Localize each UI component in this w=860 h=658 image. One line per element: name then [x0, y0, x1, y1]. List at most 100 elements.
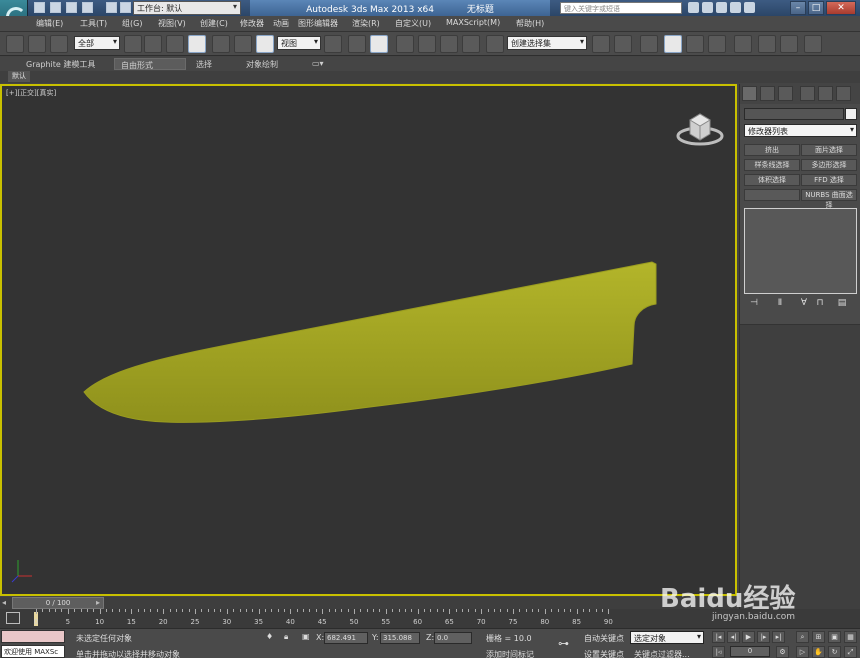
edit-named-selection-icon[interactable]: [486, 35, 504, 53]
minimize-button[interactable]: –: [790, 1, 806, 15]
time-slider-next-icon[interactable]: ▸: [96, 598, 106, 608]
keyboard-shortcut-override-icon[interactable]: [370, 35, 388, 53]
close-button[interactable]: ✕: [826, 1, 856, 15]
key-selection-dropdown[interactable]: 选定对象: [630, 631, 704, 644]
pan-view-icon[interactable]: ✋: [812, 646, 825, 658]
show-end-result-icon[interactable]: Ⅱ: [774, 298, 786, 310]
maxscript-listener-field[interactable]: [1, 630, 65, 643]
modifier-list-dropdown[interactable]: 修改器列表: [744, 124, 857, 137]
select-rotate-icon[interactable]: [234, 35, 252, 53]
project-folder-icon[interactable]: [120, 2, 131, 13]
unlink-icon[interactable]: [28, 35, 46, 53]
snaps-toggle-icon[interactable]: [396, 35, 414, 53]
z-coord-field[interactable]: 0.0: [434, 632, 472, 644]
time-slider-prev-icon[interactable]: ◂: [2, 598, 12, 608]
modifier-stack[interactable]: [744, 208, 857, 294]
communication-icon[interactable]: [716, 2, 727, 13]
pivot-center-icon[interactable]: [324, 35, 342, 53]
menu-graph-editors[interactable]: 图形编辑器: [298, 18, 338, 29]
current-frame-field[interactable]: 0: [730, 646, 770, 657]
help-search-input[interactable]: 键入关键字或短语: [560, 2, 682, 14]
tab-object-paint[interactable]: 对象绘制: [240, 58, 284, 70]
x-coord-field[interactable]: 682.491: [324, 632, 368, 644]
maximize-viewport-icon[interactable]: ⤢: [844, 646, 857, 658]
modify-tab-icon[interactable]: [760, 86, 775, 101]
select-by-name-icon[interactable]: [144, 35, 162, 53]
menu-edit[interactable]: 编辑(E): [36, 18, 63, 29]
menu-tools[interactable]: 工具(T): [80, 18, 107, 29]
remove-modifier-icon[interactable]: ⊓: [814, 298, 826, 310]
rendered-frame-window-icon[interactable]: [780, 35, 798, 53]
modifier-button-empty[interactable]: [744, 189, 800, 201]
tab-freeform[interactable]: 自由形式: [114, 58, 186, 70]
modifier-button-spline-select[interactable]: 样条线选择: [744, 159, 800, 171]
subscription-icon[interactable]: [702, 2, 713, 13]
tab-selection[interactable]: 选择: [190, 58, 218, 70]
field-of-view-icon[interactable]: ▷: [796, 646, 809, 658]
set-key-icon[interactable]: ⊶: [558, 637, 569, 650]
motion-tab-icon[interactable]: [800, 86, 815, 101]
maxscript-welcome-field[interactable]: 欢迎使用 MAXSc: [1, 645, 65, 658]
render-setup-icon[interactable]: [758, 35, 776, 53]
window-crossing-icon[interactable]: [188, 35, 206, 53]
knife-blade-object[interactable]: [83, 261, 657, 423]
previous-frame-button[interactable]: ◂|: [727, 631, 740, 643]
add-time-tag-button[interactable]: 添加时间标记: [486, 649, 534, 658]
modifier-button-extrude[interactable]: 挤出: [744, 144, 800, 156]
spinner-snap-icon[interactable]: [462, 35, 480, 53]
rectangular-selection-icon[interactable]: [166, 35, 184, 53]
undo-icon[interactable]: [82, 2, 93, 13]
zoom-extents-all-icon[interactable]: ▦: [844, 631, 857, 643]
make-unique-icon[interactable]: ∀: [798, 298, 810, 310]
ribbon-options-icon[interactable]: ▭▾: [306, 58, 330, 70]
layer-manager-icon[interactable]: [640, 35, 658, 53]
redo-icon[interactable]: [106, 2, 117, 13]
tab-graphite-modeling[interactable]: Graphite 建模工具: [20, 58, 101, 70]
select-object-icon[interactable]: [124, 35, 142, 53]
ribbon-default-label[interactable]: 默认: [8, 71, 30, 82]
angle-snap-icon[interactable]: [418, 35, 436, 53]
schematic-view-icon[interactable]: [708, 35, 726, 53]
key-filters-button[interactable]: 关键点过滤器...: [634, 649, 690, 658]
help-icon[interactable]: [744, 2, 755, 13]
select-link-icon[interactable]: [6, 35, 24, 53]
goto-start-button[interactable]: |◂: [712, 631, 725, 643]
bind-space-warp-icon[interactable]: [50, 35, 68, 53]
maximize-button[interactable]: □: [808, 1, 824, 15]
menu-help[interactable]: 帮助(H): [516, 18, 544, 29]
set-key-button[interactable]: 设置关键点: [584, 649, 624, 658]
utilities-tab-icon[interactable]: [836, 86, 851, 101]
named-selection-set-dropdown[interactable]: 创建选择集: [507, 36, 587, 50]
favorites-star-icon[interactable]: [730, 2, 741, 13]
graphite-ribbon-icon[interactable]: [664, 35, 682, 53]
modifier-button-vol-select[interactable]: 体积选择: [744, 174, 800, 186]
pin-stack-icon[interactable]: ⊣: [748, 298, 760, 310]
modifier-button-patch-select[interactable]: 面片选择: [801, 144, 857, 156]
perspective-viewport[interactable]: [+][正交][真实]: [0, 84, 737, 596]
search-icon[interactable]: [688, 2, 699, 13]
key-mode-toggle-button[interactable]: |◃: [712, 646, 725, 658]
frame-ruler[interactable]: 0 5 10 15 20 25 30 35 40 45 50 55 60 65 70 75 80 85 90: [32, 609, 732, 628]
selection-lock-icon[interactable]: 🔒︎: [284, 632, 288, 642]
time-slider[interactable]: ◂ 0 / 100 ▸: [0, 597, 737, 609]
object-name-field[interactable]: [744, 108, 844, 120]
play-button[interactable]: ▶: [742, 631, 755, 643]
modifier-button-ffd-select[interactable]: FFD 选择: [801, 174, 857, 186]
time-slider-thumb[interactable]: 0 / 100: [12, 597, 104, 609]
isolate-selection-icon[interactable]: ♦: [266, 632, 273, 641]
menu-maxscript[interactable]: MAXScript(M): [446, 18, 500, 27]
reference-coordinate-dropdown[interactable]: 视图: [277, 36, 321, 50]
modifier-button-poly-select[interactable]: 多边形选择: [801, 159, 857, 171]
save-file-icon[interactable]: [66, 2, 77, 13]
align-icon[interactable]: [614, 35, 632, 53]
goto-end-button[interactable]: ▸|: [772, 631, 785, 643]
render-production-icon[interactable]: [804, 35, 822, 53]
select-scale-icon[interactable]: [256, 35, 274, 53]
select-move-icon[interactable]: [212, 35, 230, 53]
object-color-swatch[interactable]: [845, 108, 857, 120]
display-tab-icon[interactable]: [818, 86, 833, 101]
material-editor-icon[interactable]: [734, 35, 752, 53]
next-frame-button[interactable]: |▸: [757, 631, 770, 643]
create-tab-icon[interactable]: [742, 86, 757, 101]
workspace-dropdown[interactable]: 工作台: 默认: [133, 1, 241, 15]
